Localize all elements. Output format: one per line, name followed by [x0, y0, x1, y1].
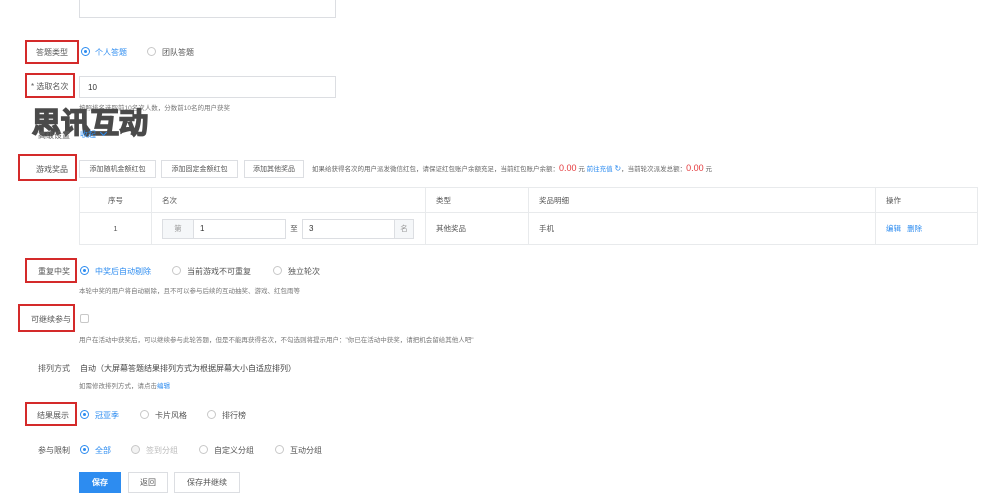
rank-prefix: 第 [162, 218, 194, 239]
radio-leaderboard-label[interactable]: 排行榜 [222, 410, 246, 421]
prize-table: 序号 名次 类型 奖品明细 操作 1 第1至3名 其他奖品 手机 编辑 删除 [79, 187, 978, 245]
radio-independent-round-label[interactable]: 独立轮次 [288, 266, 320, 277]
radio-card-style[interactable] [140, 410, 149, 419]
advanced-settings-label: 高级设置 [38, 131, 70, 140]
radio-leaderboard[interactable] [207, 410, 216, 419]
competition-type-label: 答题类型 [36, 48, 68, 57]
continue-join-label: 可继续参与 [31, 315, 71, 324]
participation-label: 参与限制 [38, 446, 70, 455]
add-random-redpacket-button[interactable]: 添加随机金额红包 [79, 160, 156, 178]
radio-individual-label[interactable]: 个人答题 [95, 47, 127, 58]
radio-team-label[interactable]: 团队答题 [162, 47, 194, 58]
redpacket-balance-note: 如果给获得名次的用户派发微信红包，请保证红包账户余额充足，当前红包账户余额：0.… [312, 163, 712, 173]
rank-suffix: 名 [394, 218, 414, 239]
save-continue-button[interactable]: 保存并继续 [174, 472, 240, 493]
prize-table-header: 序号 名次 类型 奖品明细 操作 [79, 187, 978, 213]
rank-count-input[interactable]: 10 [79, 76, 336, 98]
prizes-label: 游戏奖品 [36, 165, 68, 174]
balance-unit: 元 [578, 166, 585, 173]
balance-note-prefix: 如果给获得名次的用户派发微信红包，请保证红包账户余额充足，当前红包账户余额： [312, 166, 559, 173]
radio-podium-label[interactable]: 冠亚季 [95, 410, 119, 421]
radio-custom-group-label[interactable]: 自定义分组 [214, 445, 254, 456]
total-unit: 元 [705, 166, 713, 173]
description-textarea[interactable] [79, 0, 336, 18]
rank-count-label: * 选取名次 [31, 82, 69, 91]
result-display-label: 结果展示 [37, 411, 69, 420]
row-detail: 手机 [528, 212, 876, 245]
back-button[interactable]: 返回 [128, 472, 168, 493]
radio-auto-remove-label[interactable]: 中奖后自动剔除 [95, 266, 151, 277]
radio-interactive-group-label[interactable]: 互动分组 [290, 445, 322, 456]
recharge-link[interactable]: 前往充值 [587, 166, 613, 173]
sort-mode-hint-text: 如需修改排列方式，请点击 [79, 383, 157, 390]
add-other-prize-button[interactable]: 添加其他奖品 [244, 160, 304, 178]
col-detail: 奖品明细 [528, 187, 876, 213]
col-type: 类型 [425, 187, 529, 213]
row-index: 1 [79, 212, 152, 245]
advanced-toggle-label: 收起 [80, 130, 96, 139]
radio-independent-round[interactable] [273, 266, 282, 275]
col-rank: 名次 [151, 187, 426, 213]
rank-from-input[interactable]: 1 [194, 218, 286, 239]
advanced-toggle[interactable]: 收起 [80, 128, 108, 140]
radio-interactive-group[interactable] [275, 445, 284, 454]
radio-all-label[interactable]: 全部 [95, 445, 111, 456]
sort-mode-hint: 如需修改排列方式，请点击编辑 [79, 380, 170, 390]
chevron-down-icon [100, 128, 108, 137]
delete-link[interactable]: 删除 [907, 224, 922, 233]
radio-checkin-group [131, 445, 140, 454]
radio-auto-remove[interactable] [80, 266, 89, 275]
radio-individual[interactable] [81, 47, 90, 56]
row-type: 其他奖品 [425, 212, 529, 245]
radio-all[interactable] [80, 445, 89, 454]
continue-join-hint: 用户在活动中获奖后，可以继续参与此轮答题，但是不能再获得名次，不勾选则将提示用户… [79, 337, 474, 344]
radio-no-repeat-label[interactable]: 当前游戏不可重复 [187, 266, 251, 277]
radio-card-style-label[interactable]: 卡片风格 [155, 410, 187, 421]
sort-mode-label: 排列方式 [38, 364, 70, 373]
radio-checkin-group-label: 签到分组 [146, 446, 178, 455]
total-amount: 0.00 [686, 163, 704, 173]
table-row: 1 第1至3名 其他奖品 手机 编辑 删除 [79, 212, 978, 245]
row-rank-range: 第1至3名 [151, 212, 426, 245]
col-actions: 操作 [875, 187, 978, 213]
sort-mode-edit-link[interactable]: 编辑 [157, 383, 170, 390]
col-index: 序号 [79, 187, 152, 213]
edit-link[interactable]: 编辑 [886, 224, 901, 233]
radio-team[interactable] [147, 47, 156, 56]
radio-no-repeat[interactable] [172, 266, 181, 275]
continue-join-checkbox[interactable] [80, 314, 89, 323]
rank-to-label: 至 [290, 224, 298, 233]
repeat-win-hint: 本轮中奖的用户将自动剔除，且不可以参与后续的互动抽奖、游戏、红包雨等 [79, 288, 300, 295]
radio-podium[interactable] [80, 410, 89, 419]
radio-custom-group[interactable] [199, 445, 208, 454]
total-note: ，当前轮次派发总额： [621, 166, 687, 173]
balance-amount: 0.00 [559, 163, 577, 173]
rank-to-input[interactable]: 3 [302, 218, 394, 239]
repeat-win-label: 重复中奖 [38, 267, 70, 276]
add-fixed-redpacket-button[interactable]: 添加固定金额红包 [161, 160, 238, 178]
row-actions: 编辑 删除 [875, 212, 978, 245]
save-button[interactable]: 保存 [79, 472, 121, 493]
sort-mode-value: 自动（大屏幕答题结果排列方式为根据屏幕大小自适应排列） [80, 364, 296, 373]
